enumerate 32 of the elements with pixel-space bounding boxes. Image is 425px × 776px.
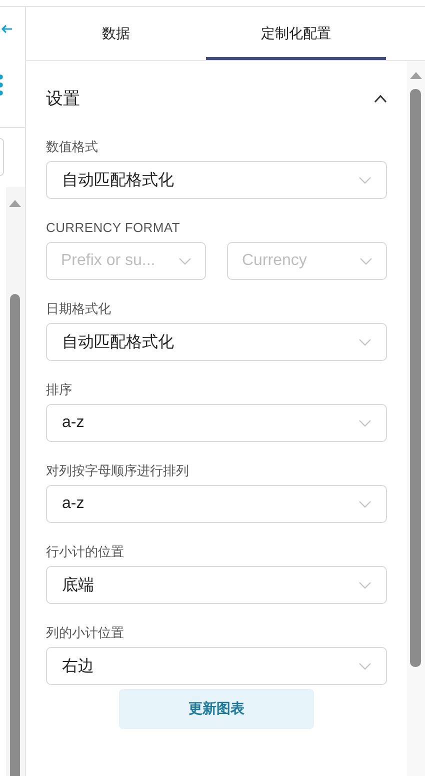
field-label: 列的小计位置: [46, 624, 125, 641]
field-label: 对列按字母顺序进行排列: [46, 462, 190, 479]
caret-icon[interactable]: [374, 94, 387, 102]
back-arrow-icon[interactable]: [1, 24, 13, 34]
scroll-up-icon[interactable]: [9, 200, 21, 207]
dropdown[interactable]: 自动匹配格式化: [46, 161, 387, 199]
update-chart-button[interactable]: 更新图表: [119, 689, 314, 729]
scrollbar-thumb[interactable]: [10, 294, 20, 776]
dropdown[interactable]: a-z: [46, 485, 387, 523]
chevron-down-icon: [360, 258, 372, 264]
chevron-down-icon: [179, 258, 191, 264]
chevron-down-icon: [359, 582, 371, 588]
dropdown[interactable]: 底端: [46, 566, 387, 604]
field-label: 行小计的位置: [46, 543, 125, 560]
field-label: CURRENCY FORMAT: [46, 219, 181, 236]
more-icon[interactable]: [0, 74, 4, 96]
field-label: 日期格式化: [46, 300, 112, 317]
scroll-up-icon[interactable]: [410, 72, 422, 79]
field-label: 排序: [46, 381, 73, 398]
scrollbar-thumb[interactable]: [410, 89, 421, 667]
dropdown[interactable]: 自动匹配格式化: [46, 323, 387, 361]
chevron-down-icon: [359, 176, 371, 184]
tab[interactable]: 数据: [26, 7, 206, 60]
chevron-down-icon: [359, 662, 371, 670]
dropdown[interactable]: a-z: [46, 404, 387, 442]
chevron-down-icon: [359, 500, 371, 508]
tab[interactable]: 定制化配置: [206, 7, 386, 60]
chevron-down-icon: [359, 338, 371, 346]
section-title: 设置: [46, 88, 80, 110]
dropdown[interactable]: 右边: [46, 647, 387, 685]
chevron-down-icon: [359, 420, 371, 426]
field-label: 数值格式: [46, 138, 99, 155]
